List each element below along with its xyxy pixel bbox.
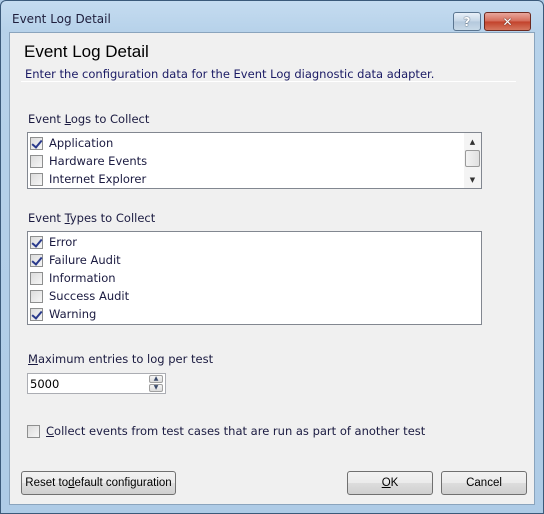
checkbox-application[interactable] bbox=[30, 136, 43, 150]
label-text: Event bbox=[28, 112, 65, 126]
list-item[interactable]: Application bbox=[30, 134, 113, 152]
mnemonic: O bbox=[381, 477, 391, 489]
window-title: Event Log Detail bbox=[12, 12, 111, 26]
collect-subtests-label: Collect events from test cases that are … bbox=[46, 424, 425, 438]
reset-default-button[interactable]: Reset to d efault configuration bbox=[21, 471, 176, 495]
checkbox-internet-explorer[interactable] bbox=[30, 172, 43, 186]
event-types-list[interactable]: Error Failure Audit Information Success … bbox=[27, 231, 482, 325]
item-label: Warning bbox=[49, 307, 97, 321]
close-button[interactable]: ✕ bbox=[484, 12, 531, 31]
event-logs-list[interactable]: Application Hardware Events Internet Exp… bbox=[27, 132, 482, 189]
vertical-scrollbar[interactable]: ▲ ▼ bbox=[464, 133, 481, 188]
item-label: Success Audit bbox=[49, 289, 130, 303]
list-item[interactable]: Error bbox=[30, 233, 77, 251]
page-subtitle: Enter the configuration data for the Eve… bbox=[25, 67, 435, 81]
checkbox-error[interactable] bbox=[30, 235, 43, 249]
page-title: Event Log Detail bbox=[24, 42, 149, 61]
list-item[interactable]: Hardware Events bbox=[30, 152, 147, 170]
dialog-body: Event Log Detail Enter the configuration… bbox=[9, 32, 535, 505]
help-icon: ? bbox=[463, 14, 471, 29]
checkbox-hardware-events[interactable] bbox=[30, 154, 43, 168]
max-entries-stepper[interactable]: 5000 ▲ ▼ bbox=[27, 373, 166, 394]
list-item[interactable]: Information bbox=[30, 269, 116, 287]
header-divider bbox=[21, 81, 516, 82]
collect-subtests-option[interactable]: Collect events from test cases that are … bbox=[27, 422, 425, 440]
checkbox-warning[interactable] bbox=[30, 307, 43, 321]
label-text: ollect events from test cases that are r… bbox=[54, 424, 426, 438]
event-logs-label: Event Logs to Collect bbox=[28, 112, 149, 126]
event-log-detail-dialog: Event Log Detail ? ✕ Event Log Detail En… bbox=[0, 0, 544, 514]
label-text: ogs to Collect bbox=[70, 112, 150, 126]
item-label: Internet Explorer bbox=[49, 172, 147, 186]
button-text: Reset to bbox=[25, 477, 69, 489]
mnemonic: M bbox=[28, 352, 38, 366]
scroll-down-button[interactable]: ▼ bbox=[464, 171, 481, 188]
cancel-button[interactable]: Cancel bbox=[441, 471, 527, 495]
spin-up-icon: ▲ bbox=[153, 375, 159, 382]
item-label: Information bbox=[49, 271, 116, 285]
close-icon: ✕ bbox=[502, 14, 513, 29]
list-item[interactable]: Success Audit bbox=[30, 287, 129, 305]
ok-button[interactable]: OK bbox=[347, 471, 433, 495]
label-text: ypes to Collect bbox=[69, 211, 156, 225]
spin-down-icon: ▼ bbox=[153, 384, 159, 391]
label-text: aximum entries to log per test bbox=[37, 352, 214, 366]
button-text: K bbox=[390, 477, 399, 489]
item-label: Hardware Events bbox=[49, 154, 148, 168]
scroll-thumb[interactable] bbox=[465, 150, 480, 167]
event-types-label: Event Types to Collect bbox=[28, 211, 155, 225]
button-text: efault configuration bbox=[74, 477, 172, 489]
mnemonic: C bbox=[46, 424, 55, 438]
increment-button[interactable]: ▲ bbox=[149, 375, 163, 383]
item-label: Application bbox=[49, 136, 114, 150]
label-text: Event bbox=[28, 211, 65, 225]
checkbox-success-audit[interactable] bbox=[30, 289, 43, 303]
scroll-down-icon: ▼ bbox=[469, 175, 476, 184]
checkbox-information[interactable] bbox=[30, 271, 43, 285]
max-entries-label: Maximum entries to log per test bbox=[28, 352, 213, 366]
decrement-button[interactable]: ▼ bbox=[149, 384, 163, 392]
item-label: Error bbox=[49, 235, 78, 249]
collect-subtests-checkbox[interactable] bbox=[27, 424, 40, 438]
scroll-up-button[interactable]: ▲ bbox=[464, 133, 481, 150]
list-item[interactable]: Failure Audit bbox=[30, 251, 121, 269]
list-item[interactable]: Internet Explorer bbox=[30, 170, 146, 188]
help-button[interactable]: ? bbox=[453, 12, 481, 31]
max-entries-value[interactable]: 5000 bbox=[30, 377, 59, 391]
scroll-up-icon: ▲ bbox=[469, 137, 476, 146]
checkbox-failure-audit[interactable] bbox=[30, 253, 43, 267]
list-item[interactable]: Warning bbox=[30, 305, 96, 323]
item-label: Failure Audit bbox=[49, 253, 121, 267]
